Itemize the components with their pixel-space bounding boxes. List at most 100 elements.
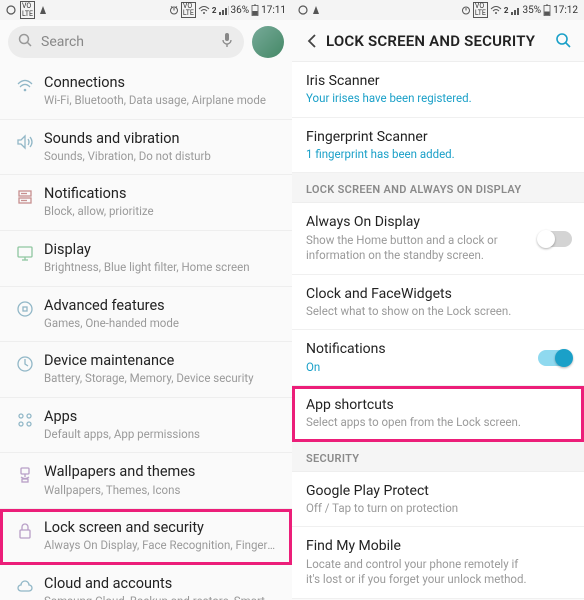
settings-row-display[interactable]: DisplayBrightness, Blue light filter, Ho…	[0, 231, 292, 287]
item-subtitle: Select apps to open from the Lock screen…	[306, 415, 570, 431]
triangle-icon	[312, 5, 320, 15]
display-icon	[10, 241, 40, 263]
row-title: Display	[44, 241, 280, 259]
circle-icon	[6, 5, 16, 15]
search-row: Search	[0, 20, 292, 64]
triangle-icon	[39, 5, 47, 15]
item-subtitle: 1 fingerprint has been added.	[306, 147, 570, 163]
settings-row-cloud[interactable]: Cloud and accountsSamsung Cloud, Backup …	[0, 565, 292, 600]
row-subtitle: Brightness, Blue light filter, Home scre…	[44, 260, 280, 276]
settings-row-connections[interactable]: ConnectionsWi-Fi, Bluetooth, Data usage,…	[0, 64, 292, 120]
section-header: LOCK SCREEN AND ALWAYS ON DISPLAY	[292, 173, 584, 203]
alarm-icon	[169, 5, 179, 15]
advanced-icon	[10, 297, 40, 319]
item-title: Google Play Protect	[306, 482, 570, 500]
item-title: Find My Mobile	[306, 537, 570, 555]
item-title: Clock and FaceWidgets	[306, 285, 570, 303]
page-title: LOCK SCREEN AND SECURITY	[326, 32, 550, 50]
row-subtitle: Games, One-handed mode	[44, 316, 280, 332]
setting-item[interactable]: Fingerprint Scanner1 fingerprint has bee…	[292, 118, 584, 174]
setting-item[interactable]: Clock and FaceWidgetsSelect what to show…	[292, 275, 584, 331]
settings-row-notifications[interactable]: NotificationsBlock, allow, prioritize	[0, 175, 292, 231]
row-title: Device maintenance	[44, 352, 280, 370]
page-header: LOCK SCREEN AND SECURITY	[292, 20, 584, 62]
row-title: Lock screen and security	[44, 519, 280, 537]
wallpaper-icon	[10, 463, 40, 485]
setting-item[interactable]: App shortcutsSelect apps to open from th…	[292, 386, 584, 442]
item-subtitle: Your irises have been registered.	[306, 91, 570, 107]
row-subtitle: Block, allow, prioritize	[44, 204, 280, 220]
section-header: SECURITY	[292, 442, 584, 472]
lock-screen-security-pane: VOLTE 2 35% 17:12 LOCK SCREEN AND SECURI…	[292, 0, 584, 600]
header-search-button[interactable]	[550, 32, 576, 49]
row-title: Wallpapers and themes	[44, 463, 280, 481]
signal-icon	[219, 5, 229, 15]
item-subtitle: Off / Tap to turn on protection	[306, 501, 570, 517]
row-title: Sounds and vibration	[44, 130, 280, 148]
item-title: App shortcuts	[306, 396, 570, 414]
profile-avatar[interactable]	[252, 26, 284, 58]
toggle-switch[interactable]	[538, 350, 572, 366]
row-title: Advanced features	[44, 297, 280, 315]
row-subtitle: Sounds, Vibration, Do not disturb	[44, 149, 280, 165]
status-bar: VOLTE 2 35% 17:12	[292, 0, 584, 20]
setting-item[interactable]: Find My Mobile Locate and control your ph…	[292, 527, 584, 598]
lock-icon	[10, 519, 40, 541]
item-title: Fingerprint Scanner	[306, 128, 570, 146]
setting-item[interactable]: Always On Display Show the Home button an…	[292, 203, 584, 274]
apps-icon	[10, 408, 40, 430]
row-title: Cloud and accounts	[44, 575, 280, 593]
sound-icon	[10, 130, 40, 152]
settings-row-sound[interactable]: Sounds and vibrationSounds, Vibration, D…	[0, 120, 292, 176]
row-title: Apps	[44, 408, 280, 426]
wifi-icon	[490, 5, 502, 15]
battery-percent: 36%	[231, 5, 250, 16]
row-title: Connections	[44, 74, 280, 92]
settings-row-lock[interactable]: Lock screen and securityAlways On Displa…	[0, 509, 292, 565]
settings-main-pane: VOLTE VOLTE 2 36% 17:11 Search Connectio…	[0, 0, 292, 600]
connections-icon	[10, 74, 40, 96]
status-lte-icon: VOLTE	[181, 2, 196, 18]
item-title: Iris Scanner	[306, 72, 570, 90]
circle-icon	[298, 5, 308, 15]
settings-row-wallpaper[interactable]: Wallpapers and themes Wallpapers, Themes,…	[0, 453, 292, 509]
battery-percent: 35%	[523, 5, 542, 16]
settings-list: ConnectionsWi-Fi, Bluetooth, Data usage,…	[0, 64, 292, 600]
item-title: Always On Display	[306, 213, 570, 231]
row-subtitle: Samsung Cloud, Backup and restore, Smart…	[44, 594, 280, 600]
setting-item[interactable]: Google Play ProtectOff / Tap to turn on …	[292, 472, 584, 528]
toggle-switch[interactable]	[538, 231, 572, 247]
back-button[interactable]	[300, 32, 326, 50]
row-subtitle: Wallpapers, Themes, Icons	[44, 483, 280, 499]
battery-icon	[251, 4, 259, 16]
settings-row-apps[interactable]: AppsDefault apps, App permissions	[0, 398, 292, 454]
item-subtitle: Select what to show on the Lock screen.	[306, 304, 570, 320]
settings-row-advanced[interactable]: Advanced featuresGames, One-handed mode	[0, 287, 292, 343]
item-title: Notifications	[306, 340, 570, 358]
setting-item[interactable]: Iris ScannerYour irises have been regist…	[292, 62, 584, 118]
status-bar: VOLTE VOLTE 2 36% 17:11	[0, 0, 292, 20]
setting-item[interactable]: NotificationsOn	[292, 330, 584, 386]
signal-icon	[511, 5, 521, 15]
row-subtitle: Wi-Fi, Bluetooth, Data usage, Airplane m…	[44, 93, 280, 109]
settings-row-maintenance[interactable]: Device maintenanceBattery, Storage, Memo…	[0, 342, 292, 398]
mic-icon[interactable]	[220, 32, 234, 52]
security-settings-list: Iris ScannerYour irises have been regist…	[292, 62, 584, 599]
sim-icon: 2	[504, 6, 509, 15]
status-lte-icon: VOLTE	[20, 1, 35, 19]
row-subtitle: Battery, Storage, Memory, Device securit…	[44, 371, 280, 387]
sim-icon: 2	[212, 6, 217, 15]
row-subtitle: Always On Display, Face Recognition, Fin…	[44, 538, 280, 554]
search-icon	[18, 33, 33, 52]
search-input[interactable]: Search	[8, 26, 244, 58]
cloud-icon	[10, 575, 40, 597]
row-subtitle: Default apps, App permissions	[44, 427, 280, 443]
alarm-icon	[461, 5, 471, 15]
item-subtitle: Locate and control your phone remotely i…	[306, 557, 570, 588]
search-placeholder: Search	[41, 34, 220, 50]
wifi-icon	[198, 5, 210, 15]
status-lte-icon: VOLTE	[473, 2, 488, 18]
item-subtitle: Show the Home button and a clock or info…	[306, 233, 570, 264]
battery-icon	[543, 4, 551, 16]
maintenance-icon	[10, 352, 40, 374]
